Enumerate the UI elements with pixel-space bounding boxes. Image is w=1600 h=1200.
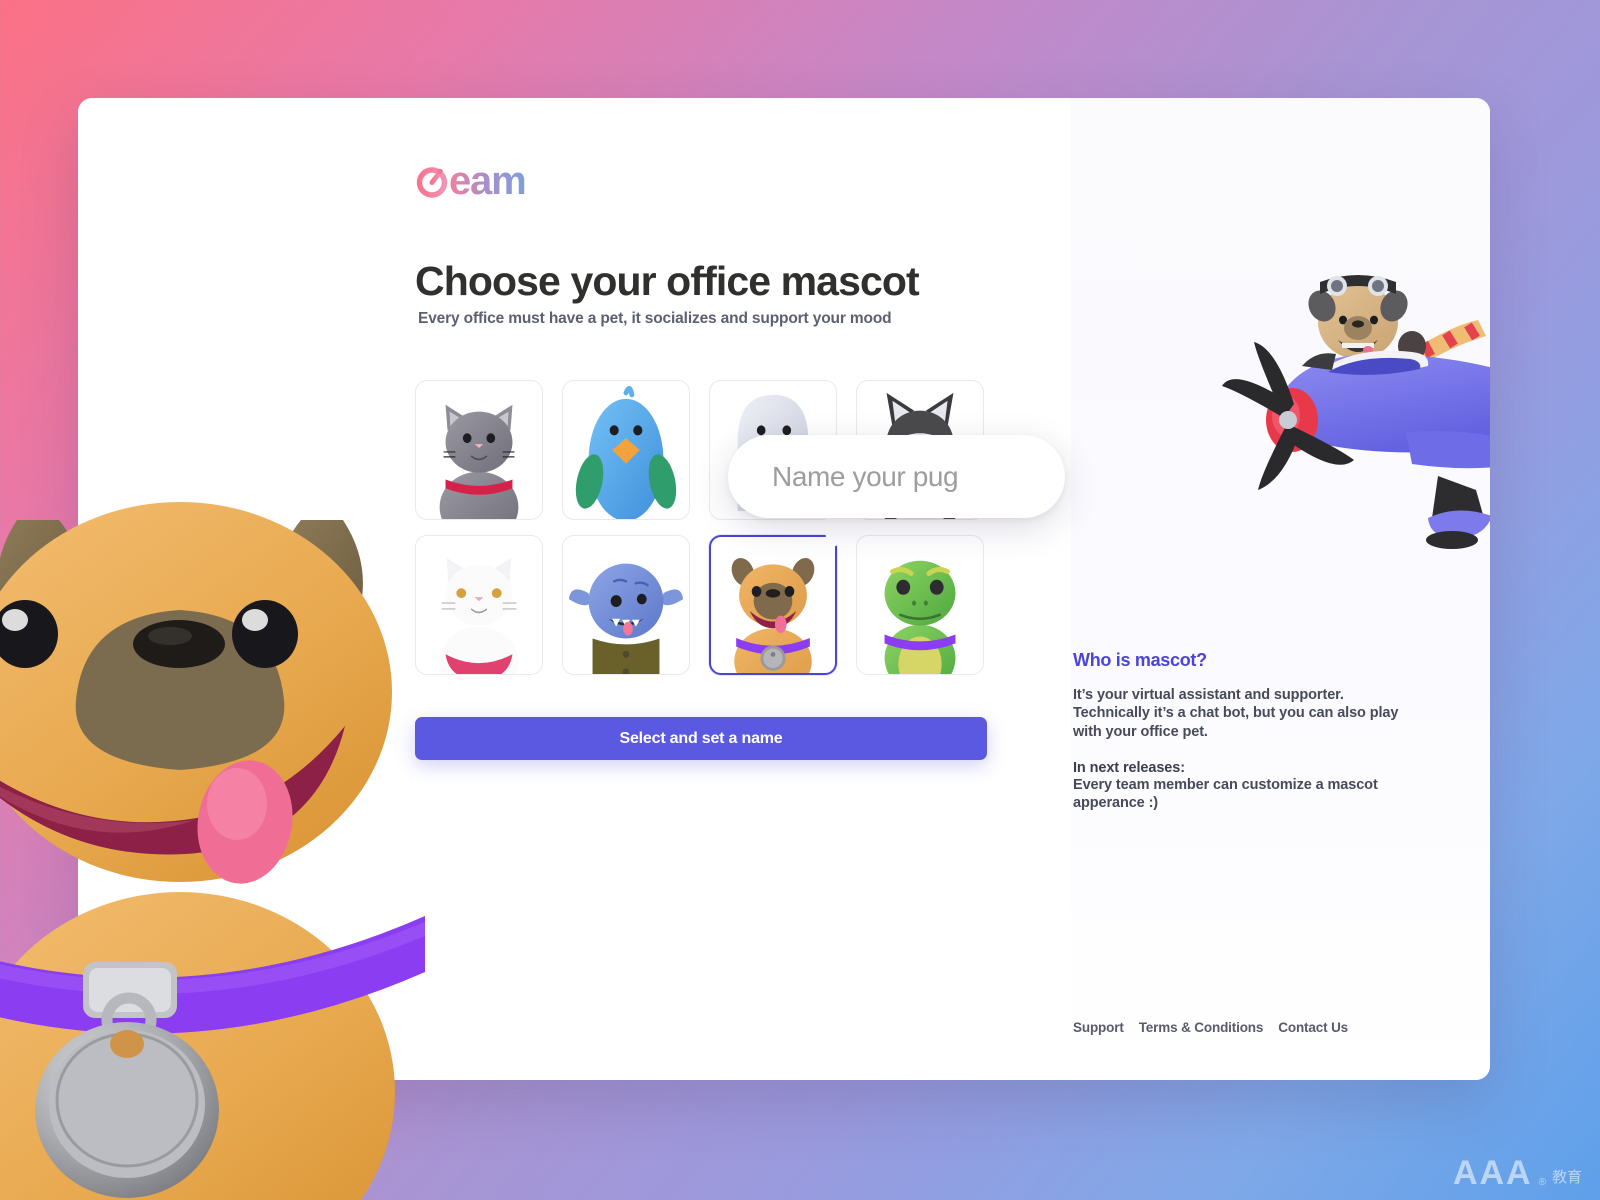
watermark: AAA ® 教育 (1452, 1154, 1582, 1193)
green-frog-icon (884, 560, 956, 674)
pug-in-airplane-illustration (1222, 275, 1490, 549)
info-next-releases-label: In next releases: (1073, 759, 1185, 776)
page-subtitle: Every office must have a pet, it sociali… (418, 310, 892, 327)
footer-link-terms[interactable]: Terms & Conditions (1139, 1020, 1264, 1035)
app-card: eam Choose your office mascot Every offi… (78, 98, 1490, 1080)
watermark-cjk: 教育 (1551, 1168, 1582, 1186)
footer-link-support[interactable]: Support (1073, 1020, 1124, 1035)
footer-link-contact[interactable]: Contact Us (1278, 1020, 1348, 1035)
info-block: Who is mascot? It’s your virtual assista… (1073, 650, 1403, 812)
circle-timer-logo-icon (416, 167, 448, 198)
select-and-set-name-button[interactable]: Select and set a name (415, 717, 987, 760)
watermark-registered-icon: ® (1538, 1177, 1546, 1188)
mascot-card-frog[interactable] (856, 535, 984, 675)
mascot-card-pug[interactable] (709, 535, 837, 675)
blue-bird-icon (575, 386, 677, 519)
watermark-latin: AAA (1452, 1154, 1533, 1193)
left-pane: eam Choose your office mascot Every offi… (78, 98, 1071, 1080)
mascot-grid (415, 380, 987, 675)
name-input-bubble[interactable] (728, 435, 1065, 518)
mascot-card-cat-gray[interactable] (415, 380, 543, 520)
info-next-releases-text: Every team member can customize a mascot… (1073, 776, 1378, 812)
brand-name: eam (449, 159, 527, 203)
mascot-card-monster[interactable] (562, 535, 690, 675)
pet-name-input[interactable] (728, 460, 1065, 493)
page-title: Choose your office mascot (415, 258, 920, 304)
right-pane: Who is mascot? It’s your virtual assista… (1071, 98, 1490, 1080)
info-title: Who is mascot? (1073, 650, 1207, 670)
mascot-card-cat-white[interactable] (415, 535, 543, 675)
blue-monster-icon (568, 563, 684, 674)
white-cat-icon (439, 557, 519, 674)
mascot-card-bird-blue[interactable] (562, 380, 690, 520)
brand-logo[interactable]: eam (415, 158, 527, 204)
gray-cat-icon (439, 404, 519, 519)
pug-icon (731, 558, 815, 673)
info-paragraph: It’s your virtual assistant and supporte… (1073, 687, 1399, 740)
footer-links: Support Terms & Conditions Contact Us (1073, 1020, 1348, 1035)
